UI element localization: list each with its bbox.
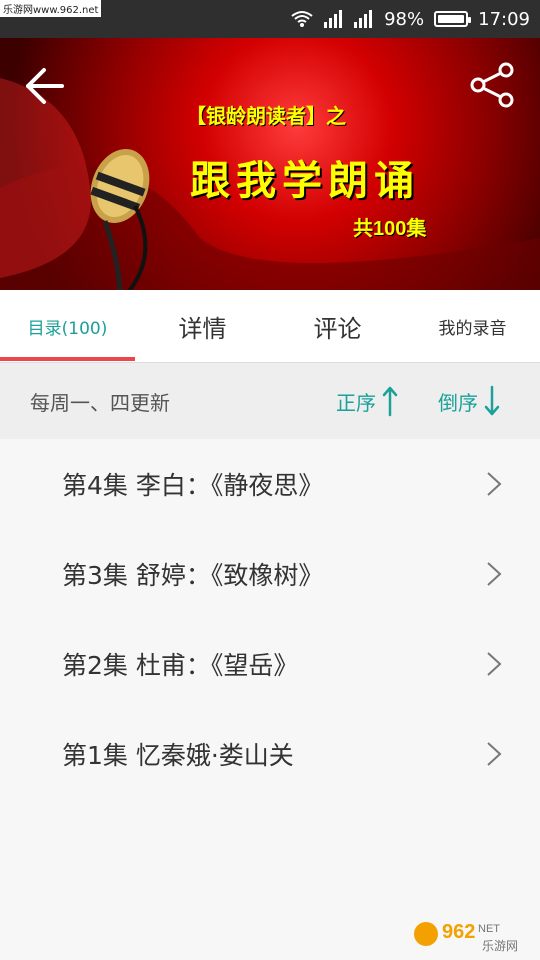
status-bar: 乐游网www.962.net 98% 17:09 (0, 0, 540, 38)
episode-title: 第4集 李白：《静夜思》 (62, 471, 324, 500)
banner-subtitle: 【银龄朗读者】之 (186, 106, 346, 128)
episode-title: 第2集 杜甫：《望岳》 (62, 651, 299, 680)
share-icon[interactable] (466, 58, 520, 112)
chevron-right-icon (487, 742, 502, 766)
list-item[interactable]: 第1集 忆秦娥·娄山关 (0, 709, 540, 799)
watermark-cn: 乐游网 (482, 939, 518, 953)
battery-percent: 98% (384, 8, 425, 30)
sort-descending-button[interactable]: 倒序 (438, 381, 500, 421)
wifi-icon (290, 10, 314, 28)
tab-comments[interactable]: 评论 (270, 290, 405, 362)
watermark-text: 乐游网www.962.net (0, 0, 102, 17)
sort-ascending-button[interactable]: 正序 (336, 381, 398, 421)
sort-descending-label: 倒序 (438, 390, 478, 415)
tab-details[interactable]: 详情 (135, 290, 270, 362)
episode-title: 第1集 忆秦娥·娄山关 (62, 741, 294, 770)
chevron-right-icon (487, 652, 502, 676)
banner-episode-count: 共100集 (353, 218, 427, 240)
watermark-logo: 962 NET 乐游网 (414, 921, 518, 953)
banner-title: 跟我学朗诵 (190, 159, 420, 203)
sort-bar: 每周一、四更新 正序 倒序 (0, 363, 540, 439)
battery-icon (434, 11, 472, 27)
tab-bar: 目录(100) 详情 评论 我的录音 (0, 290, 540, 363)
watermark-suffix: NET (478, 923, 500, 935)
tab-catalog[interactable]: 目录(100) (0, 290, 135, 362)
clock: 17:09 (478, 8, 530, 30)
arrow-up-icon (382, 386, 398, 417)
signal-icon-2 (354, 10, 374, 28)
sort-ascending-label: 正序 (336, 390, 376, 415)
chevron-right-icon (487, 562, 502, 586)
microphone-icon (90, 149, 150, 290)
list-item[interactable]: 第4集 李白：《静夜思》 (0, 439, 540, 529)
list-item[interactable]: 第3集 舒婷：《致橡树》 (0, 529, 540, 619)
signal-icon-1 (324, 10, 344, 28)
episode-title: 第3集 舒婷：《致橡树》 (62, 561, 324, 590)
chevron-right-icon (487, 472, 502, 496)
hero-banner: 【银龄朗读者】之 跟我学朗诵 共100集 (0, 38, 540, 290)
tab-my-recordings[interactable]: 我的录音 (405, 290, 540, 362)
back-arrow-icon[interactable] (18, 60, 70, 112)
list-item[interactable]: 第2集 杜甫：《望岳》 (0, 619, 540, 709)
arrow-down-icon (484, 385, 500, 416)
update-schedule-note: 每周一、四更新 (30, 391, 170, 415)
episode-list: 第4集 李白：《静夜思》 第3集 舒婷：《致橡树》 第2集 杜甫：《望岳》 第1… (0, 439, 540, 799)
watermark-brand: 962 (442, 921, 475, 943)
tab-indicator (0, 357, 135, 361)
